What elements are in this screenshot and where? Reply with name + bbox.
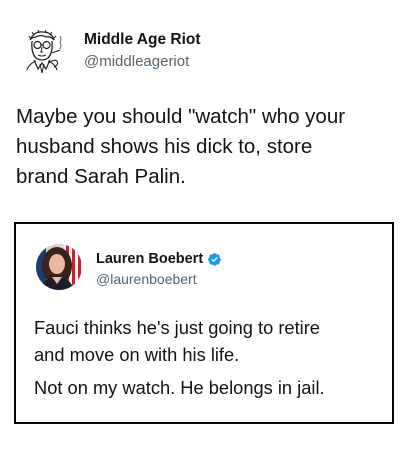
author-avatar[interactable] — [16, 23, 68, 75]
quoted-tweet-text-paragraph-2: Not on my watch. He belongs in jail. — [34, 377, 325, 398]
profile-photo-avatar-icon — [36, 244, 82, 290]
quoted-author-name[interactable]: Lauren Boebert — [96, 251, 203, 267]
quoted-author-avatar[interactable] — [36, 244, 82, 290]
quoted-author-name-row: Lauren Boebert — [96, 251, 222, 267]
quoted-tweet[interactable]: Lauren Boebert @laurenboebert Fauci thin… — [14, 222, 394, 424]
tweet-text: Maybe you should "watch" who your husban… — [16, 105, 346, 188]
quoted-author-handle[interactable]: @laurenboebert — [96, 271, 197, 287]
sketched-man-avatar-icon — [16, 23, 68, 75]
quoted-tweet-text-paragraph-1: Fauci thinks he's just going to retire a… — [34, 317, 320, 365]
author-handle[interactable]: @middleageriot — [84, 53, 189, 70]
tweet-card: Middle Age Riot @middleageriot Maybe you… — [0, 0, 409, 452]
verified-badge-icon — [208, 252, 222, 266]
author-name[interactable]: Middle Age Riot — [84, 31, 201, 49]
